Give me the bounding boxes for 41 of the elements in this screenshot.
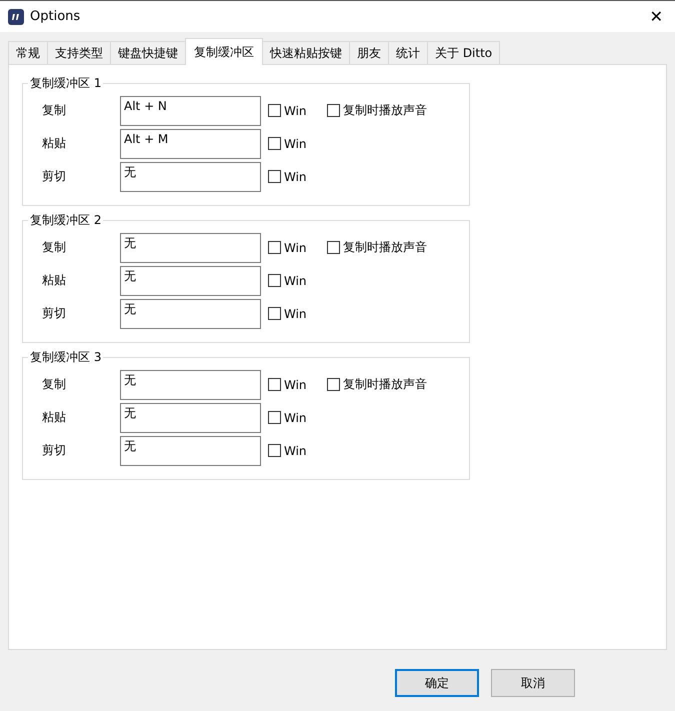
win-checkbox[interactable]: Win bbox=[268, 444, 320, 458]
dialog-button[interactable]: 确定 bbox=[395, 669, 479, 697]
hotkey-field[interactable]: 无 bbox=[120, 402, 261, 432]
win-checkbox[interactable]: Win bbox=[268, 170, 320, 184]
tab[interactable]: 常规 bbox=[8, 41, 48, 64]
field-label: 剪切 bbox=[42, 442, 67, 459]
tab[interactable]: 复制缓冲区 bbox=[185, 38, 263, 65]
field-label: 剪切 bbox=[42, 168, 67, 185]
tab[interactable]: 关于 Ditto bbox=[427, 41, 500, 64]
win-checkbox[interactable]: Win bbox=[268, 240, 320, 254]
win-checkbox[interactable]: Win bbox=[268, 378, 320, 392]
hotkey-field[interactable]: 无 bbox=[120, 266, 261, 296]
hotkey-field[interactable]: 无 bbox=[120, 370, 261, 400]
field-label: 剪切 bbox=[42, 305, 67, 322]
win-checkbox[interactable]: Win bbox=[268, 274, 320, 288]
group-title: 复制缓冲区 2 bbox=[29, 212, 102, 229]
sound-checkbox[interactable]: 复制时播放声音 bbox=[327, 376, 427, 393]
hotkey-field[interactable]: 无 bbox=[120, 298, 261, 328]
hotkey-field[interactable]: 无 bbox=[120, 232, 261, 262]
window-title: Options bbox=[30, 9, 82, 24]
dialog-button[interactable]: 取消 bbox=[491, 669, 575, 697]
field-label: 复制 bbox=[42, 102, 67, 119]
group-title: 复制缓冲区 3 bbox=[29, 349, 102, 366]
field-label: 复制 bbox=[42, 376, 67, 393]
win-checkbox[interactable]: Win bbox=[268, 410, 320, 424]
win-checkbox[interactable]: Win bbox=[268, 306, 320, 320]
field-label: 粘贴 bbox=[42, 135, 67, 152]
field-label: 复制 bbox=[42, 239, 67, 256]
group-title: 复制缓冲区 1 bbox=[29, 75, 102, 92]
sound-checkbox[interactable]: 复制时播放声音 bbox=[327, 102, 427, 119]
win-checkbox[interactable]: Win bbox=[268, 136, 320, 150]
hotkey-field[interactable]: Alt + N bbox=[120, 96, 261, 126]
close-button[interactable]: ✕ bbox=[646, 7, 667, 26]
hotkey-field[interactable]: 无 bbox=[120, 436, 261, 466]
win-checkbox[interactable]: Win bbox=[268, 104, 320, 118]
hotkey-field[interactable]: 无 bbox=[120, 162, 261, 192]
field-label: 粘贴 bbox=[42, 272, 67, 289]
hotkey-field[interactable]: Alt + M bbox=[120, 128, 261, 158]
app-icon bbox=[8, 8, 24, 24]
sound-checkbox[interactable]: 复制时播放声音 bbox=[327, 239, 427, 256]
field-label: 粘贴 bbox=[42, 409, 67, 426]
